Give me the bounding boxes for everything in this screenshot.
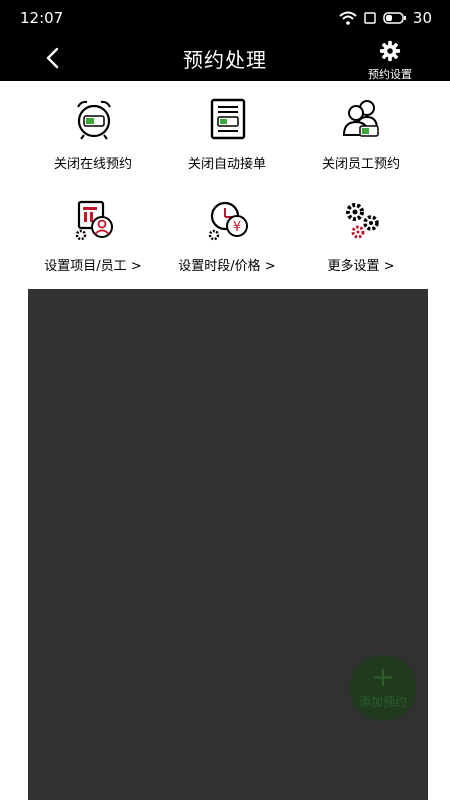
action-grid: 关闭在线预约 关闭自动接单 关闭员工预约 设置项目/员工 > ¥ 设置时段/价格… (0, 81, 450, 291)
more-settings-label: 更多设置 > (327, 259, 395, 274)
set-time-price-label: 设置时段/价格 > (178, 259, 276, 274)
more-settings-button[interactable]: 更多设置 > (286, 183, 436, 283)
booking-settings-button[interactable]: 预约设置 (364, 40, 416, 81)
top-app-bar: 预约处理 预约设置 (0, 36, 450, 81)
settings-profile-icon (75, 200, 113, 241)
status-bar: 12:07 30 (0, 0, 450, 36)
wifi-icon (339, 11, 357, 25)
gear-icon (379, 40, 401, 62)
toggle-staff-booking-label: 关闭员工预约 (321, 157, 400, 172)
toggle-auto-accept-label: 关闭自动接单 (187, 157, 266, 172)
status-icons: 30 (339, 9, 432, 27)
battery-level: 30 (412, 9, 432, 27)
add-booking-label: 添加预约 (358, 695, 407, 709)
set-time-price-button[interactable]: ¥ 设置时段/价格 > (152, 183, 302, 283)
set-items-staff-label: 设置项目/员工 > (44, 259, 142, 274)
clock-price-icon: ¥ (208, 201, 248, 241)
toggle-online-booking-label: 关闭在线预约 (53, 157, 132, 172)
toggle-staff-booking-button[interactable]: 关闭员工预约 (286, 81, 436, 181)
gears-icon (346, 203, 379, 239)
toggle-online-booking-button[interactable]: 关闭在线预约 (18, 81, 168, 181)
document-switch-icon (210, 98, 246, 140)
booking-list-area[interactable] (28, 289, 428, 800)
status-time: 12:07 (20, 9, 64, 27)
svg-text:¥: ¥ (233, 220, 241, 235)
alarm-clock-switch-icon (77, 100, 111, 140)
battery-icon (383, 12, 406, 24)
toggle-auto-accept-button[interactable]: 关闭自动接单 (152, 81, 302, 181)
set-items-staff-button[interactable]: 设置项目/员工 > (18, 183, 168, 283)
add-booking-button[interactable]: + 添加预约 (350, 655, 416, 721)
plus-icon: + (371, 660, 395, 693)
screen-rotate-icon (364, 12, 376, 24)
staff-group-switch-icon (342, 100, 379, 137)
booking-settings-label: 预约设置 (368, 68, 412, 81)
